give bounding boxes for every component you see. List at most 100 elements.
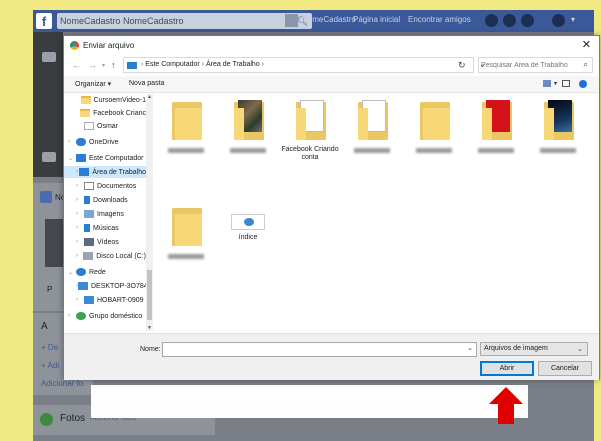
file-item[interactable]	[342, 98, 402, 170]
file-item-label: Facebook Criando conta	[281, 146, 339, 161]
file-item[interactable]: Facebook Criando conta	[280, 98, 340, 170]
tree-item[interactable]: › DESKTOP-3O784	[64, 280, 146, 292]
video-icon	[84, 238, 94, 246]
tree-item-label: CursoemVideo-1	[93, 96, 146, 104]
expand-chevron-icon[interactable]: ›	[68, 313, 76, 319]
folder-icon	[482, 98, 516, 142]
help-icon[interactable]	[552, 14, 565, 27]
open-button[interactable]: Abrir	[480, 361, 534, 376]
chevron-down-icon[interactable]: ▾	[571, 15, 575, 24]
expand-chevron-icon[interactable]: ⌄	[68, 269, 76, 276]
new-folder-button[interactable]: Nova pasta	[129, 80, 164, 87]
chevron-down-icon[interactable]: ⌄	[467, 344, 473, 352]
tree-item[interactable]: ⌄ Rede	[64, 266, 146, 278]
profile-link[interactable]: NomeCadastro	[302, 15, 356, 24]
folder-icon	[172, 98, 206, 142]
file-item-label	[404, 146, 464, 156]
tree-item[interactable]: › Imagens	[64, 208, 146, 220]
home-link[interactable]: Página inicial	[353, 15, 400, 24]
expand-chevron-icon[interactable]: ›	[76, 239, 84, 245]
blurred-label	[168, 254, 204, 259]
preview-pane-icon[interactable]	[562, 80, 570, 87]
address-bar[interactable]: › Este Computador › Área de Trabalho › ⌄	[123, 57, 486, 73]
file-type-select[interactable]: Arquivos de imagem ⌄	[480, 342, 588, 356]
refresh-icon[interactable]: ↻	[458, 60, 466, 71]
photos-icon	[40, 413, 53, 426]
search-input[interactable]	[481, 59, 576, 71]
facebook-top-bar: f NomeCadastro NomeCadastro 🔍︎ NomeCadas…	[33, 10, 594, 32]
homegroup-icon	[76, 312, 86, 320]
tree-item[interactable]: › Disco Local (C:)	[64, 250, 146, 262]
add-link-1[interactable]: + De	[41, 343, 58, 352]
address-row: ← → ▾ ↑ › Este Computador › Área de Trab…	[64, 57, 599, 75]
desktop-icon	[79, 168, 90, 176]
tree-item-label: Downloads	[93, 196, 128, 204]
notifications-icon[interactable]	[521, 14, 534, 27]
red-arrow-icon	[489, 387, 523, 424]
tree-scrollbar[interactable]: ▲ ▼	[146, 94, 153, 331]
tree-item[interactable]: CursoemVideo-1	[64, 94, 146, 106]
tree-item-label: Rede	[89, 268, 106, 276]
expand-chevron-icon[interactable]: ›	[76, 253, 83, 259]
tree-item[interactable]: › OneDrive	[64, 136, 146, 148]
recent-locations-icon[interactable]: ▾	[102, 62, 105, 69]
add-photo-link[interactable]: Adicionar fo	[41, 379, 83, 388]
scroll-down-icon[interactable]: ▼	[146, 325, 153, 331]
search-icon[interactable]: ⌕	[584, 60, 588, 70]
tree-item-label: Imagens	[97, 210, 124, 218]
expand-chevron-icon[interactable]: ›	[76, 225, 84, 231]
breadcrumb-desktop[interactable]: Área de Trabalho	[206, 61, 260, 68]
friend-requests-icon[interactable]	[485, 14, 498, 27]
find-friends-link[interactable]: Encontrar amigos	[408, 15, 471, 24]
facebook-search-field[interactable]: NomeCadastro NomeCadastro 🔍︎	[57, 13, 312, 29]
breadcrumb-computer[interactable]: Este Computador	[145, 61, 199, 68]
tree-item[interactable]: ⌄ Este Computador	[64, 152, 146, 164]
folder-icon	[544, 98, 578, 142]
messages-icon[interactable]	[503, 14, 516, 27]
camera-icon[interactable]	[42, 52, 56, 62]
file-item[interactable]	[156, 204, 216, 276]
tree-item[interactable]: Facebook Crianc	[64, 107, 146, 119]
facebook-logo[interactable]: f	[36, 13, 52, 29]
file-item[interactable]	[156, 98, 216, 170]
forward-arrow-icon[interactable]: →	[88, 60, 97, 70]
file-item[interactable]	[466, 98, 526, 170]
tree-item[interactable]: › Downloads	[64, 194, 146, 206]
tree-item[interactable]: › Músicas	[64, 222, 146, 234]
help-icon[interactable]	[579, 80, 587, 88]
tree-item[interactable]: › Vídeos	[64, 236, 146, 248]
expand-chevron-icon[interactable]: ›	[76, 297, 84, 303]
expand-chevron-icon[interactable]: ›	[76, 211, 84, 217]
camera-icon[interactable]	[42, 152, 56, 162]
filename-input[interactable]	[162, 342, 477, 357]
file-item[interactable]	[528, 98, 588, 170]
back-arrow-icon[interactable]: ←	[72, 60, 81, 70]
avatar[interactable]	[285, 14, 298, 27]
dialog-footer: Nome: ⌄ Arquivos de imagem ⌄ Abrir Cance…	[64, 333, 599, 380]
tree-item[interactable]: › HOBART-0909	[64, 294, 146, 306]
chevron-down-icon[interactable]: ▾	[554, 80, 557, 87]
info-icon	[40, 191, 52, 203]
file-item[interactable]	[404, 98, 464, 170]
add-link-2[interactable]: + Adi	[41, 361, 59, 370]
scrollbar-thumb[interactable]	[147, 270, 152, 320]
expand-chevron-icon[interactable]: ›	[68, 139, 76, 145]
scroll-up-icon[interactable]: ▲	[146, 94, 153, 100]
tree-item[interactable]: › Grupo doméstico	[64, 310, 146, 322]
file-item-label	[466, 146, 526, 156]
tree-item[interactable]: › Área de Trabalho	[64, 166, 146, 178]
expand-chevron-icon[interactable]: ⌄	[68, 155, 76, 162]
up-arrow-icon[interactable]: ↑	[111, 60, 116, 70]
file-item[interactable]: índice	[218, 204, 278, 276]
cancel-button[interactable]: Cancelar	[538, 361, 592, 376]
file-item[interactable]	[218, 98, 278, 170]
disk-icon	[83, 252, 94, 260]
view-options-icon[interactable]	[543, 80, 551, 87]
expand-chevron-icon[interactable]: ›	[76, 183, 84, 189]
expand-chevron-icon[interactable]: ›	[76, 197, 84, 203]
close-icon[interactable]: ✕	[582, 38, 591, 51]
tree-item-label: Facebook Crianc	[93, 109, 146, 117]
organize-menu[interactable]: Organizar ▾	[75, 80, 111, 88]
tree-item[interactable]: › Documentos	[64, 180, 146, 192]
tree-item[interactable]: Osmar	[64, 120, 146, 132]
